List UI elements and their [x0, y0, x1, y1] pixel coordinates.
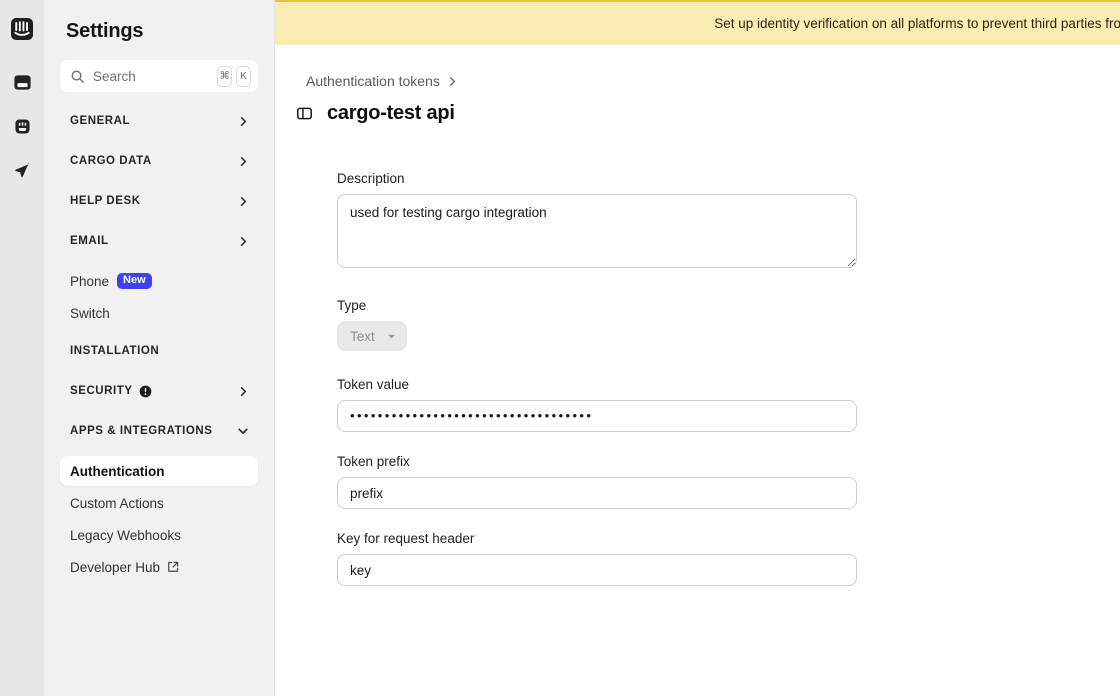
- settings-nav: GENERAL CARGO DATA HELP DESK EMAIL Phone…: [60, 106, 258, 582]
- sidebar-item-label: Custom Actions: [70, 495, 164, 511]
- chevron-down-icon: [386, 331, 397, 342]
- page-header: cargo-test api: [289, 98, 1120, 128]
- breadcrumb[interactable]: Authentication tokens: [306, 73, 458, 89]
- chevron-right-icon: [447, 76, 458, 87]
- rail-item-fin-ai[interactable]: [7, 114, 37, 144]
- inbox-icon: [13, 73, 32, 97]
- breadcrumb-label: Authentication tokens: [306, 73, 440, 89]
- search-box[interactable]: ⌘ K: [60, 60, 258, 92]
- shortcut-key-command: ⌘: [217, 65, 233, 87]
- field-token-prefix: Token prefix: [337, 454, 857, 509]
- sidebar-item-developer-hub[interactable]: Developer Hub: [60, 552, 258, 582]
- search-input[interactable]: [93, 68, 214, 84]
- description-label: Description: [337, 171, 405, 186]
- field-type: Type Text: [337, 298, 857, 351]
- page-title: Settings: [66, 20, 144, 42]
- rail-item-outbound[interactable]: [7, 158, 37, 188]
- sidebar-section-label: CARGO DATA: [70, 155, 152, 167]
- token-value-input[interactable]: •••••••••••••••••••••••••••••••••••: [337, 400, 857, 432]
- sidebar-item-phone[interactable]: Phone New: [60, 266, 258, 296]
- sidebar-item-custom-actions[interactable]: Custom Actions: [60, 488, 258, 518]
- type-select-value: Text: [350, 328, 375, 344]
- token-value-label: Token value: [337, 377, 410, 392]
- rail-item-inbox[interactable]: [7, 70, 37, 100]
- sidebar-section-label: INSTALLATION: [70, 345, 160, 357]
- fin-face-icon: [13, 117, 32, 141]
- field-token-value: Token value ••••••••••••••••••••••••••••…: [337, 377, 857, 432]
- settings-sidebar: Settings ⌘ K GENERAL CARGO DATA: [44, 0, 275, 696]
- sidebar-item-label: Phone: [70, 273, 110, 289]
- sidebar-section-label: SECURITY: [70, 385, 133, 397]
- alert-circle-icon: [139, 385, 152, 398]
- sidebar-item-legacy-webhooks[interactable]: Legacy Webhooks: [60, 520, 258, 550]
- content-body: Authentication tokens cargo-test api Des…: [275, 0, 1120, 586]
- description-input[interactable]: used for testing cargo integration: [337, 194, 857, 268]
- token-prefix-label: Token prefix: [337, 454, 410, 469]
- external-link-icon: [167, 561, 179, 573]
- chevron-right-icon: [237, 235, 249, 247]
- token-value-masked: •••••••••••••••••••••••••••••••••••: [350, 408, 594, 423]
- chevron-right-icon: [237, 115, 249, 127]
- token-title: cargo-test api: [327, 101, 455, 124]
- status-badge-new: New: [117, 273, 152, 289]
- sidebar-item-label: Switch: [70, 305, 110, 321]
- chevron-right-icon: [237, 385, 249, 397]
- intercom-logo[interactable]: [9, 16, 35, 42]
- sidebar-section-label: GENERAL: [70, 115, 131, 127]
- main-content: Set up identity verification on all plat…: [275, 0, 1120, 696]
- panel-toggle-icon[interactable]: [289, 98, 319, 128]
- token-prefix-input[interactable]: [337, 477, 857, 509]
- sidebar-section-help-desk[interactable]: HELP DESK: [60, 186, 258, 216]
- sidebar-section-apps-and-integrations[interactable]: APPS & INTEGRATIONS: [60, 416, 258, 446]
- paper-plane-icon: [13, 161, 32, 185]
- sidebar-section-cargo-data[interactable]: CARGO DATA: [60, 146, 258, 176]
- chevron-right-icon: [237, 195, 249, 207]
- chevron-down-icon: [237, 425, 249, 437]
- type-label: Type: [337, 298, 367, 313]
- app-window: Settings ⌘ K GENERAL CARGO DATA: [0, 0, 1120, 696]
- sidebar-section-email[interactable]: EMAIL: [60, 226, 258, 256]
- sidebar-item-authentication[interactable]: Authentication: [60, 456, 258, 486]
- field-description: Description used for testing cargo integ…: [337, 171, 857, 273]
- primary-nav-rail: [0, 0, 44, 696]
- token-form: Description used for testing cargo integ…: [337, 171, 857, 586]
- sidebar-section-security[interactable]: SECURITY: [60, 376, 258, 406]
- shortcut-key-k: K: [236, 65, 252, 87]
- identity-verification-banner[interactable]: Set up identity verification on all plat…: [275, 0, 1120, 45]
- sidebar-section-general[interactable]: GENERAL: [60, 106, 258, 136]
- sidebar-item-label: Legacy Webhooks: [70, 527, 181, 543]
- sidebar-section-label: EMAIL: [70, 235, 109, 247]
- type-select[interactable]: Text: [337, 321, 407, 351]
- chevron-right-icon: [237, 155, 249, 167]
- sidebar-section-label: HELP DESK: [70, 195, 141, 207]
- search-icon: [70, 69, 85, 84]
- request-header-key-input[interactable]: [337, 554, 857, 586]
- request-header-key-label: Key for request header: [337, 531, 475, 546]
- sidebar-item-switch[interactable]: Switch: [60, 298, 258, 328]
- sidebar-section-installation[interactable]: INSTALLATION: [60, 336, 258, 366]
- sidebar-item-label: Developer Hub: [70, 559, 161, 575]
- sidebar-item-label: Authentication: [70, 463, 165, 479]
- field-request-header-key: Key for request header: [337, 531, 857, 586]
- banner-text: Set up identity verification on all plat…: [714, 16, 1120, 31]
- sidebar-section-label: APPS & INTEGRATIONS: [70, 425, 213, 437]
